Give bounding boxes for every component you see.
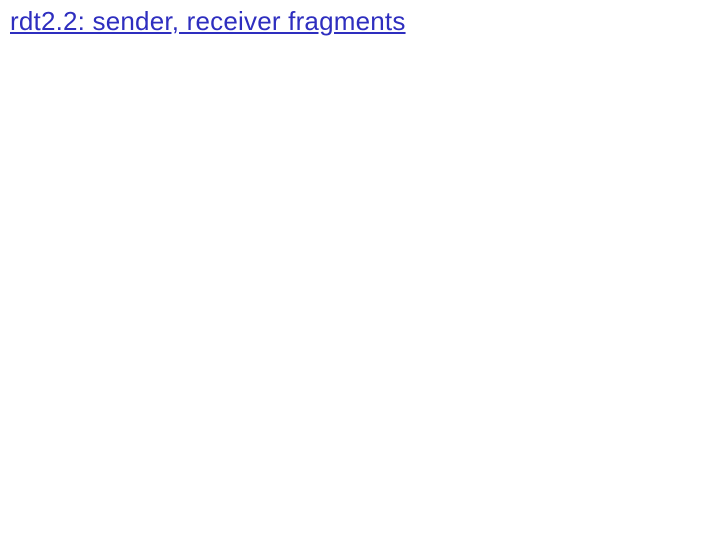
slide: rdt2.2: sender, receiver fragments — [0, 0, 720, 540]
slide-title: rdt2.2: sender, receiver fragments — [10, 6, 406, 37]
